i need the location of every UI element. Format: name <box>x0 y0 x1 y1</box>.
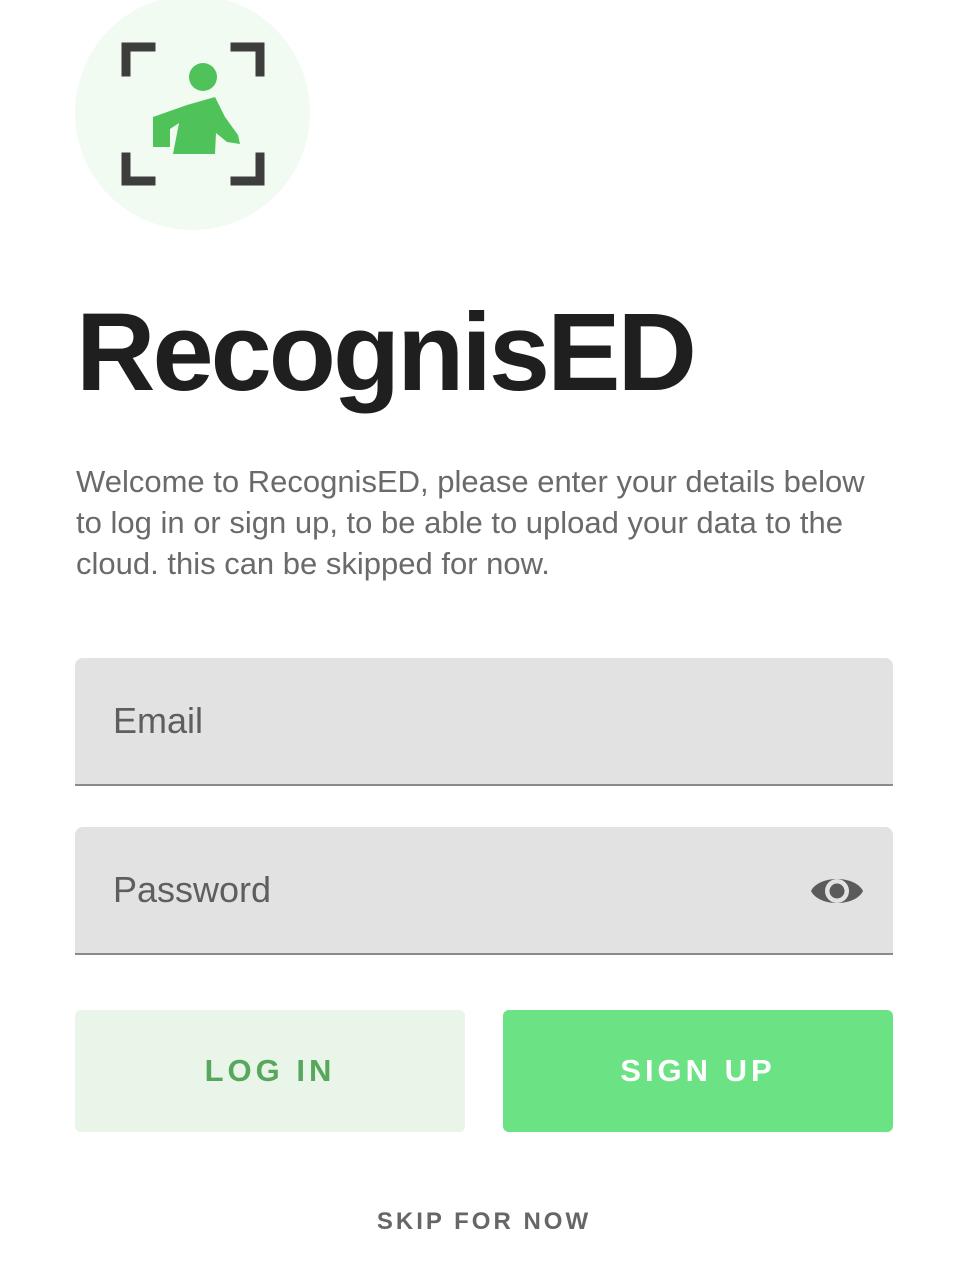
password-field-container <box>75 827 893 955</box>
password-input[interactable] <box>75 827 893 953</box>
signup-button[interactable]: SIGN UP <box>503 1010 893 1132</box>
face-scan-person-icon <box>121 42 265 186</box>
email-field-container <box>75 658 893 786</box>
login-button[interactable]: LOG IN <box>75 1010 465 1132</box>
app-title: RecognisED <box>76 291 697 414</box>
intro-text: Welcome to RecognisED, please enter your… <box>76 464 865 581</box>
app-logo <box>75 0 310 230</box>
email-input[interactable] <box>75 658 893 784</box>
skip-for-now-button[interactable]: SKIP FOR NOW <box>334 1200 634 1244</box>
eye-icon[interactable] <box>809 869 865 913</box>
